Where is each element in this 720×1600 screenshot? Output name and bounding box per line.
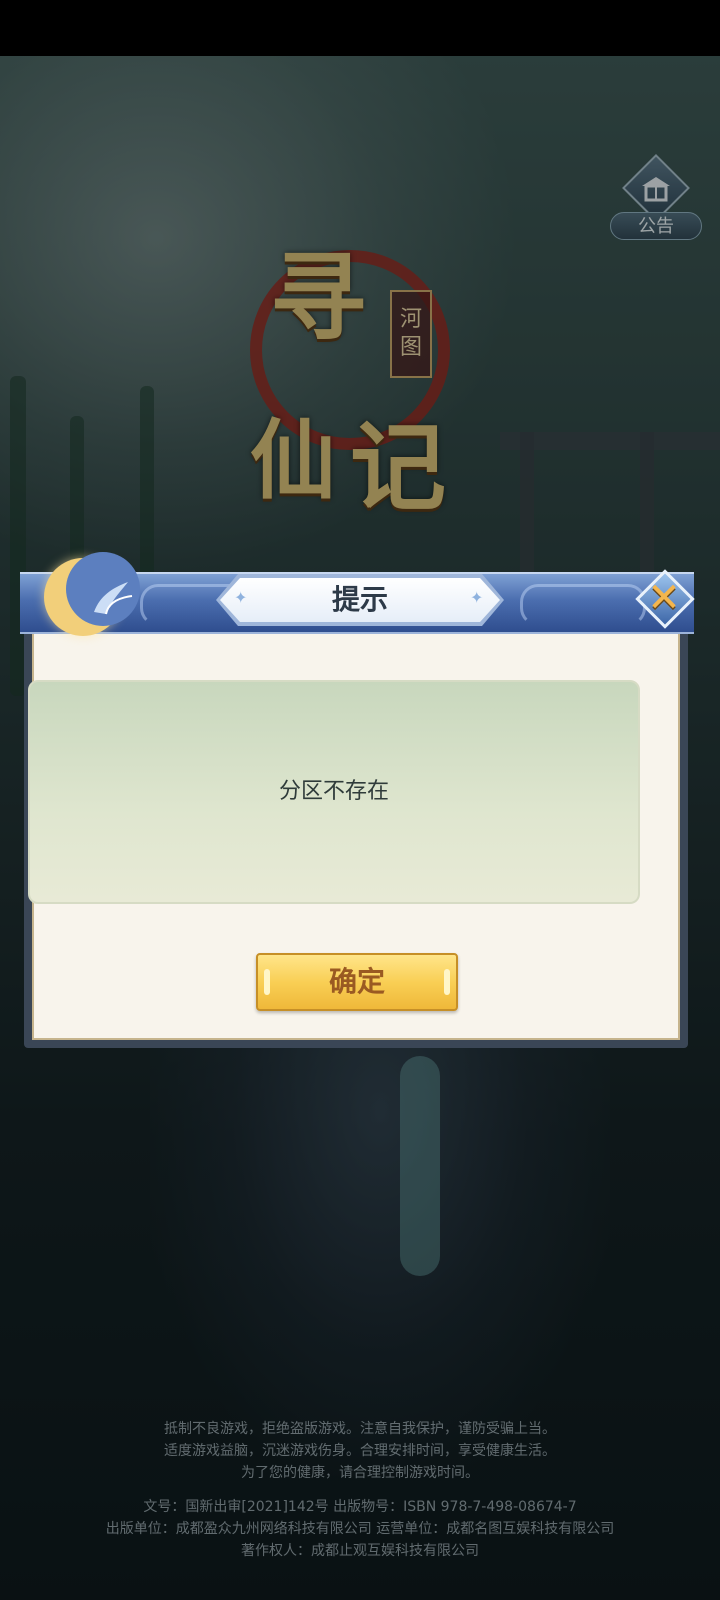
health-advisory-line: 适度游戏益脑，沉迷游戏伤身。合理安排时间，享受健康生活。	[164, 1443, 556, 1459]
close-button[interactable]: ✕	[632, 566, 696, 630]
health-advisory-line: 抵制不良游戏，拒绝盗版游戏。注意自我保护，谨防受骗上当。	[164, 1421, 556, 1437]
cloud-ornament	[520, 584, 646, 626]
close-icon: ✕	[647, 575, 681, 621]
license-line: 文号：国新出审[2021]142号 出版物号：ISBN 978-7-498-08…	[143, 1499, 577, 1515]
dialog-message: 分区不存在	[278, 779, 389, 804]
confirm-label: 确定	[328, 965, 385, 998]
confirm-button[interactable]: 确定	[256, 953, 458, 1011]
license-line: 著作权人：成都止观互娱科技有限公司	[241, 1543, 479, 1559]
license-line: 出版单位：成都盈众九州网络科技有限公司 运营单位：成都名图互娱科技有限公司	[105, 1521, 615, 1537]
crane-icon	[94, 582, 133, 615]
footer-notice: 抵制不良游戏，拒绝盗版游戏。注意自我保护，谨防受骗上当。 适度游戏益脑，沉迷游戏…	[0, 1418, 720, 1562]
status-bar	[0, 0, 720, 56]
health-advisory-line: 为了您的健康，请合理控制游戏时间。	[241, 1465, 479, 1481]
dialog-title: 提示	[331, 583, 388, 616]
